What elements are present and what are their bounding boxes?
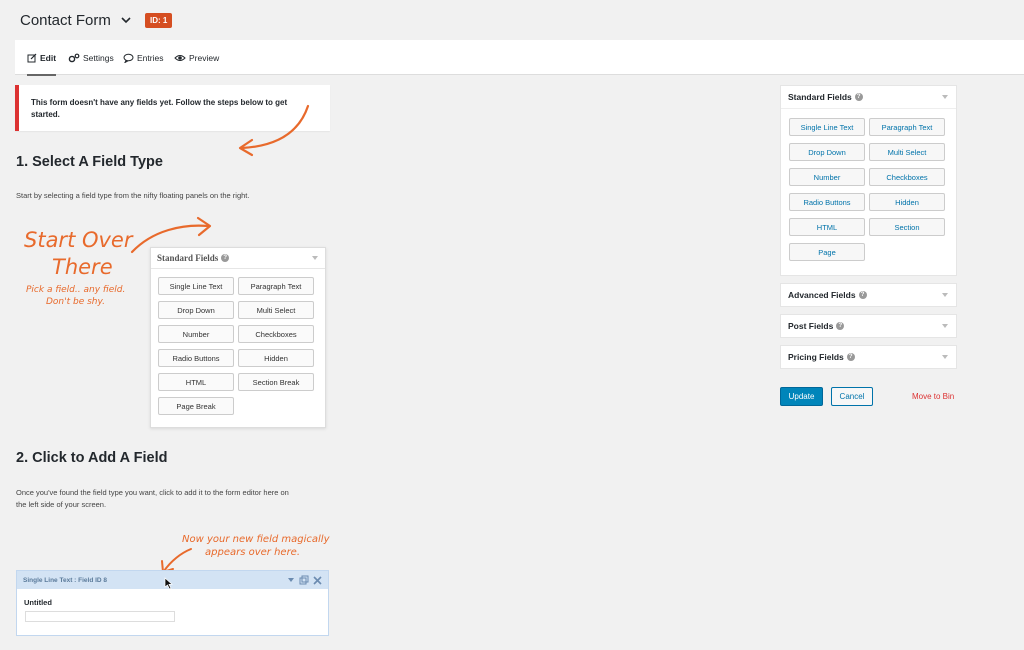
- add-section-button[interactable]: Section: [869, 218, 945, 236]
- illustration-btn-section-break: Section Break: [238, 373, 314, 391]
- step2-description-line1: Once you've found the field type you wan…: [16, 488, 289, 497]
- tab-entries-label: Entries: [137, 52, 164, 63]
- illustration-btn-hidden: Hidden: [238, 349, 314, 367]
- tab-edit[interactable]: Edit: [27, 40, 57, 76]
- form-tabs: Edit Settings Entries Preview: [15, 40, 1024, 76]
- standard-fields-toggle[interactable]: Standard Fields ?: [781, 86, 956, 108]
- advanced-fields-title: Advanced Fields: [788, 290, 856, 300]
- handwriting-start-over: Start Over: [24, 228, 133, 252]
- advanced-fields-toggle[interactable]: Advanced Fields ?: [781, 284, 956, 306]
- step2-heading: 2. Click to Add A Field: [16, 450, 168, 466]
- post-fields-panel: Post Fields ?: [780, 314, 957, 338]
- advanced-fields-panel: Advanced Fields ?: [780, 283, 957, 307]
- illustration-field-input: [25, 611, 175, 622]
- add-number-button[interactable]: Number: [789, 168, 865, 186]
- handwriting-there: There: [52, 255, 113, 279]
- handwriting-appears-here: appears over here.: [205, 547, 301, 558]
- chevron-down-icon[interactable]: [119, 13, 133, 27]
- add-drop-down-button[interactable]: Drop Down: [789, 143, 865, 161]
- pricing-fields-title: Pricing Fields: [788, 352, 844, 362]
- standard-fields-title: Standard Fields: [788, 92, 852, 102]
- tab-settings-label: Settings: [83, 52, 114, 63]
- illustration-panel-header: Standard Fields ?: [151, 248, 325, 269]
- update-button[interactable]: Update: [780, 387, 823, 406]
- mouse-cursor-icon: [164, 577, 173, 590]
- add-paragraph-text-button[interactable]: Paragraph Text: [869, 118, 945, 136]
- duplicate-icon: [299, 575, 309, 585]
- illustration-btn-paragraph-text: Paragraph Text: [238, 277, 314, 295]
- tab-preview[interactable]: Preview: [174, 40, 219, 75]
- illustration-btn-html: HTML: [158, 373, 234, 391]
- tab-edit-label: Edit: [40, 52, 57, 63]
- close-icon: [313, 575, 322, 585]
- illustration-btn-multi-select: Multi Select: [238, 301, 314, 319]
- illustration-standard-fields: Standard Fields ? Single Line Text Parag…: [150, 247, 326, 428]
- add-single-line-text-button[interactable]: Single Line Text: [789, 118, 865, 136]
- tab-preview-label: Preview: [189, 52, 220, 63]
- standard-fields-body: Single Line Text Paragraph Text Drop Dow…: [781, 108, 956, 276]
- illustration-btn-number: Number: [158, 325, 234, 343]
- step1-description: Start by selecting a field type from the…: [16, 191, 250, 200]
- cancel-button[interactable]: Cancel: [831, 387, 873, 406]
- post-fields-title: Post Fields: [788, 321, 834, 331]
- caret-down-icon: [288, 578, 294, 582]
- pricing-fields-panel: Pricing Fields ?: [780, 345, 957, 369]
- form-id-badge: ID: 1: [145, 13, 173, 28]
- edit-icon: [27, 53, 37, 62]
- handwriting-new-field: Now your new field magically: [182, 534, 330, 545]
- caret-down-icon: [942, 324, 948, 328]
- illustration-field-header-text: Single Line Text : Field ID 8: [23, 576, 108, 584]
- tab-entries[interactable]: Entries: [123, 40, 163, 75]
- title-bar: Contact Form ID: 1: [0, 0, 1024, 40]
- illustration-panel-title: Standard Fields: [157, 253, 219, 263]
- add-html-button[interactable]: HTML: [789, 218, 865, 236]
- step1-heading: 1. Select A Field Type: [16, 154, 163, 170]
- help-icon[interactable]: ?: [836, 322, 845, 330]
- handwriting-dont-be-shy: Don't be shy.: [46, 297, 105, 307]
- illustration-btn-page-break: Page Break: [158, 397, 234, 415]
- step2-description-line2: the left side of your screen.: [16, 500, 107, 509]
- tab-settings[interactable]: Settings: [68, 40, 114, 75]
- gears-icon: [68, 53, 80, 62]
- help-icon[interactable]: ?: [858, 291, 867, 299]
- post-fields-toggle[interactable]: Post Fields ?: [781, 315, 956, 337]
- help-icon[interactable]: ?: [854, 93, 863, 101]
- eye-icon: [174, 54, 186, 61]
- illustration-field-icons: [287, 575, 322, 585]
- comment-icon: [123, 53, 134, 63]
- illustration-btn-single-line-text: Single Line Text: [158, 277, 234, 295]
- handwriting-pick-field: Pick a field.. any field.: [26, 285, 126, 295]
- illustration-field-label: Untitled: [24, 598, 52, 607]
- help-icon[interactable]: ?: [846, 353, 855, 361]
- caret-down-icon: [942, 355, 948, 359]
- standard-fields-panel: Standard Fields ? Single Line Text Parag…: [780, 85, 957, 276]
- help-icon: ?: [221, 254, 230, 262]
- caret-down-icon: [312, 256, 318, 260]
- handdrawn-arrow-icon: [238, 104, 310, 157]
- move-to-bin-link[interactable]: Move to Bin: [912, 392, 954, 401]
- pricing-fields-toggle[interactable]: Pricing Fields ?: [781, 346, 956, 368]
- add-radio-buttons-button[interactable]: Radio Buttons: [789, 193, 865, 211]
- add-hidden-button[interactable]: Hidden: [869, 193, 945, 211]
- illustration-btn-drop-down: Drop Down: [158, 301, 234, 319]
- illustration-btn-radio-buttons: Radio Buttons: [158, 349, 234, 367]
- form-title: Contact Form: [20, 12, 111, 29]
- add-checkboxes-button[interactable]: Checkboxes: [869, 168, 945, 186]
- illustration-btn-checkboxes: Checkboxes: [238, 325, 314, 343]
- add-page-button[interactable]: Page: [789, 243, 865, 261]
- caret-down-icon: [942, 95, 948, 99]
- add-multi-select-button[interactable]: Multi Select: [869, 143, 945, 161]
- caret-down-icon: [942, 293, 948, 297]
